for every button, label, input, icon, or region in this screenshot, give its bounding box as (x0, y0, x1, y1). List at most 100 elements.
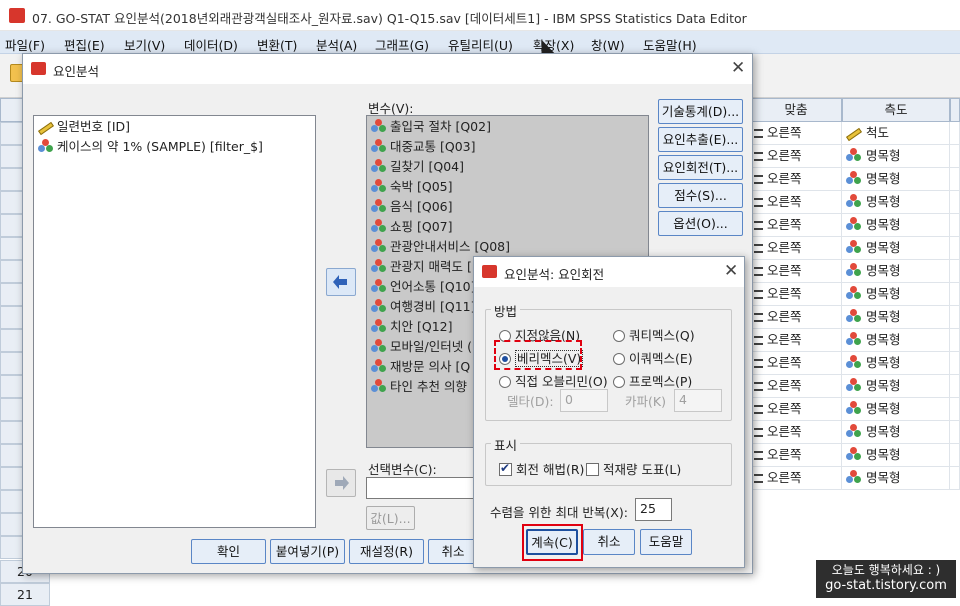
max-iterations-field[interactable]: 25 (635, 498, 672, 521)
list-item[interactable]: 길찾기 [Q04] (371, 157, 464, 177)
cell-role[interactable] (950, 237, 960, 260)
cell-role[interactable] (950, 329, 960, 352)
rotation-button[interactable]: 요인회전(T)... (658, 155, 743, 180)
list-item[interactable]: 숙박 [Q05] (371, 177, 452, 197)
menu-help[interactable]: 도움말(H) (643, 35, 697, 54)
move-left-arrow-icon[interactable] (326, 268, 356, 296)
cell-align[interactable]: 오른쪽 (750, 237, 842, 260)
cell-measure[interactable]: 명목형 (842, 444, 950, 467)
list-item[interactable]: 여행경비 [Q11] (371, 297, 475, 317)
cell-measure[interactable]: 명목형 (842, 237, 950, 260)
cell-align[interactable]: 오른쪽 (750, 375, 842, 398)
cell-role[interactable] (950, 352, 960, 375)
cell-align[interactable]: 오른쪽 (750, 122, 842, 145)
cell-role[interactable] (950, 122, 960, 145)
menu-edit[interactable]: 편집(E) (64, 35, 105, 54)
rotated-solution-checkbox[interactable]: 회전 해법(R) (499, 459, 584, 478)
cell-role[interactable] (950, 375, 960, 398)
cell-measure[interactable]: 명목형 (842, 329, 950, 352)
source-variable-list[interactable]: 일련번호 [ID] 케이스의 약 1% (SAMPLE) [filter_$] (33, 115, 316, 528)
cancel-button[interactable]: 취소 (583, 529, 635, 555)
radio-quartimax[interactable]: 쿼티멕스(Q) (613, 325, 695, 344)
cell-align[interactable]: 오른쪽 (750, 145, 842, 168)
help-button[interactable]: 도움말 (640, 529, 692, 555)
options-button[interactable]: 옵션(O)... (658, 211, 743, 236)
cell-measure[interactable]: 명목형 (842, 306, 950, 329)
loading-plot-checkbox[interactable]: 적재량 도표(L) (586, 459, 681, 478)
selection-variable-field[interactable] (366, 477, 486, 499)
paste-button[interactable]: 붙여넣기(P) (270, 539, 345, 564)
menu-window[interactable]: 창(W) (591, 35, 625, 54)
menu-analyze[interactable]: 분석(A) (316, 35, 357, 54)
delta-field[interactable]: 0 (560, 389, 608, 412)
value-button[interactable]: 값(L)... (366, 506, 415, 530)
cell-role[interactable] (950, 421, 960, 444)
cell-measure[interactable]: 명목형 (842, 421, 950, 444)
cell-align[interactable]: 오른쪽 (750, 398, 842, 421)
cell-measure[interactable]: 명목형 (842, 375, 950, 398)
close-icon[interactable]: ✕ (731, 58, 745, 78)
cell-align[interactable]: 오른쪽 (750, 168, 842, 191)
cell-align[interactable]: 오른쪽 (750, 444, 842, 467)
radio-equamax[interactable]: 이쿼멕스(E) (613, 348, 693, 367)
cell-measure[interactable]: 명목형 (842, 352, 950, 375)
cell-role[interactable] (950, 444, 960, 467)
list-item[interactable]: 재방문 의사 [Q (371, 357, 470, 377)
cell-measure[interactable]: 명목형 (842, 191, 950, 214)
cell-measure[interactable]: 명목형 (842, 467, 950, 490)
cell-role[interactable] (950, 398, 960, 421)
list-item[interactable]: 언어소통 [Q10] (371, 277, 475, 297)
cell-align[interactable]: 오른쪽 (750, 352, 842, 375)
cancel-button[interactable]: 취소 (428, 539, 478, 564)
move-right-arrow-icon[interactable] (326, 469, 356, 497)
cell-role[interactable] (950, 467, 960, 490)
cell-measure[interactable]: 명목형 (842, 398, 950, 421)
close-icon[interactable]: ✕ (724, 261, 738, 281)
cell-align[interactable]: 오른쪽 (750, 329, 842, 352)
cell-measure[interactable]: 명목형 (842, 145, 950, 168)
cell-align[interactable]: 오른쪽 (750, 260, 842, 283)
list-item[interactable]: 일련번호 [ID] (38, 117, 130, 137)
column-header-measure[interactable]: 측도 (842, 98, 950, 122)
extraction-button[interactable]: 요인추출(E)... (658, 127, 743, 152)
cell-measure[interactable]: 명목형 (842, 260, 950, 283)
cell-role[interactable] (950, 283, 960, 306)
cell-role[interactable] (950, 214, 960, 237)
cell-role[interactable] (950, 191, 960, 214)
cell-align[interactable]: 오른쪽 (750, 283, 842, 306)
list-item[interactable]: 음식 [Q06] (371, 197, 452, 217)
continue-button[interactable]: 계속(C) (526, 529, 578, 555)
list-item[interactable]: 타인 추천 의향 (371, 377, 467, 397)
menu-view[interactable]: 보기(V) (124, 35, 165, 54)
cell-role[interactable] (950, 145, 960, 168)
cell-align[interactable]: 오른쪽 (750, 306, 842, 329)
list-item[interactable]: 모바일/인터넷 ( (371, 337, 472, 357)
cell-align[interactable]: 오른쪽 (750, 214, 842, 237)
kappa-field[interactable]: 4 (674, 389, 722, 412)
ok-button[interactable]: 확인 (191, 539, 266, 564)
cell-align[interactable]: 오른쪽 (750, 467, 842, 490)
cell-align[interactable]: 오른쪽 (750, 191, 842, 214)
cell-role[interactable] (950, 260, 960, 283)
menu-transform[interactable]: 변환(T) (257, 35, 297, 54)
list-item[interactable]: 대중교통 [Q03] (371, 137, 475, 157)
list-item[interactable]: 출입국 절차 [Q02] (371, 117, 491, 137)
cell-measure[interactable]: 명목형 (842, 168, 950, 191)
list-item[interactable]: 케이스의 약 1% (SAMPLE) [filter_$] (38, 137, 263, 157)
cell-role[interactable] (950, 168, 960, 191)
descriptives-button[interactable]: 기술통계(D)... (658, 99, 743, 124)
cell-role[interactable] (950, 306, 960, 329)
cell-align[interactable]: 오른쪽 (750, 421, 842, 444)
column-header-align[interactable]: 맞춤 (750, 98, 842, 122)
menu-file[interactable]: 파일(F) (5, 35, 45, 54)
list-item[interactable]: 치안 [Q12] (371, 317, 452, 337)
list-item[interactable]: 쇼핑 [Q07] (371, 217, 452, 237)
menu-utilities[interactable]: 유틸리티(U) (448, 35, 513, 54)
list-item[interactable]: 관광안내서비스 [Q08] (371, 237, 510, 257)
reset-button[interactable]: 재설정(R) (349, 539, 424, 564)
cell-measure[interactable]: 척도 (842, 122, 950, 145)
cell-measure[interactable]: 명목형 (842, 214, 950, 237)
menu-data[interactable]: 데이터(D) (184, 35, 238, 54)
radio-promax[interactable]: 프로멕스(P) (613, 371, 692, 390)
cell-measure[interactable]: 명목형 (842, 283, 950, 306)
